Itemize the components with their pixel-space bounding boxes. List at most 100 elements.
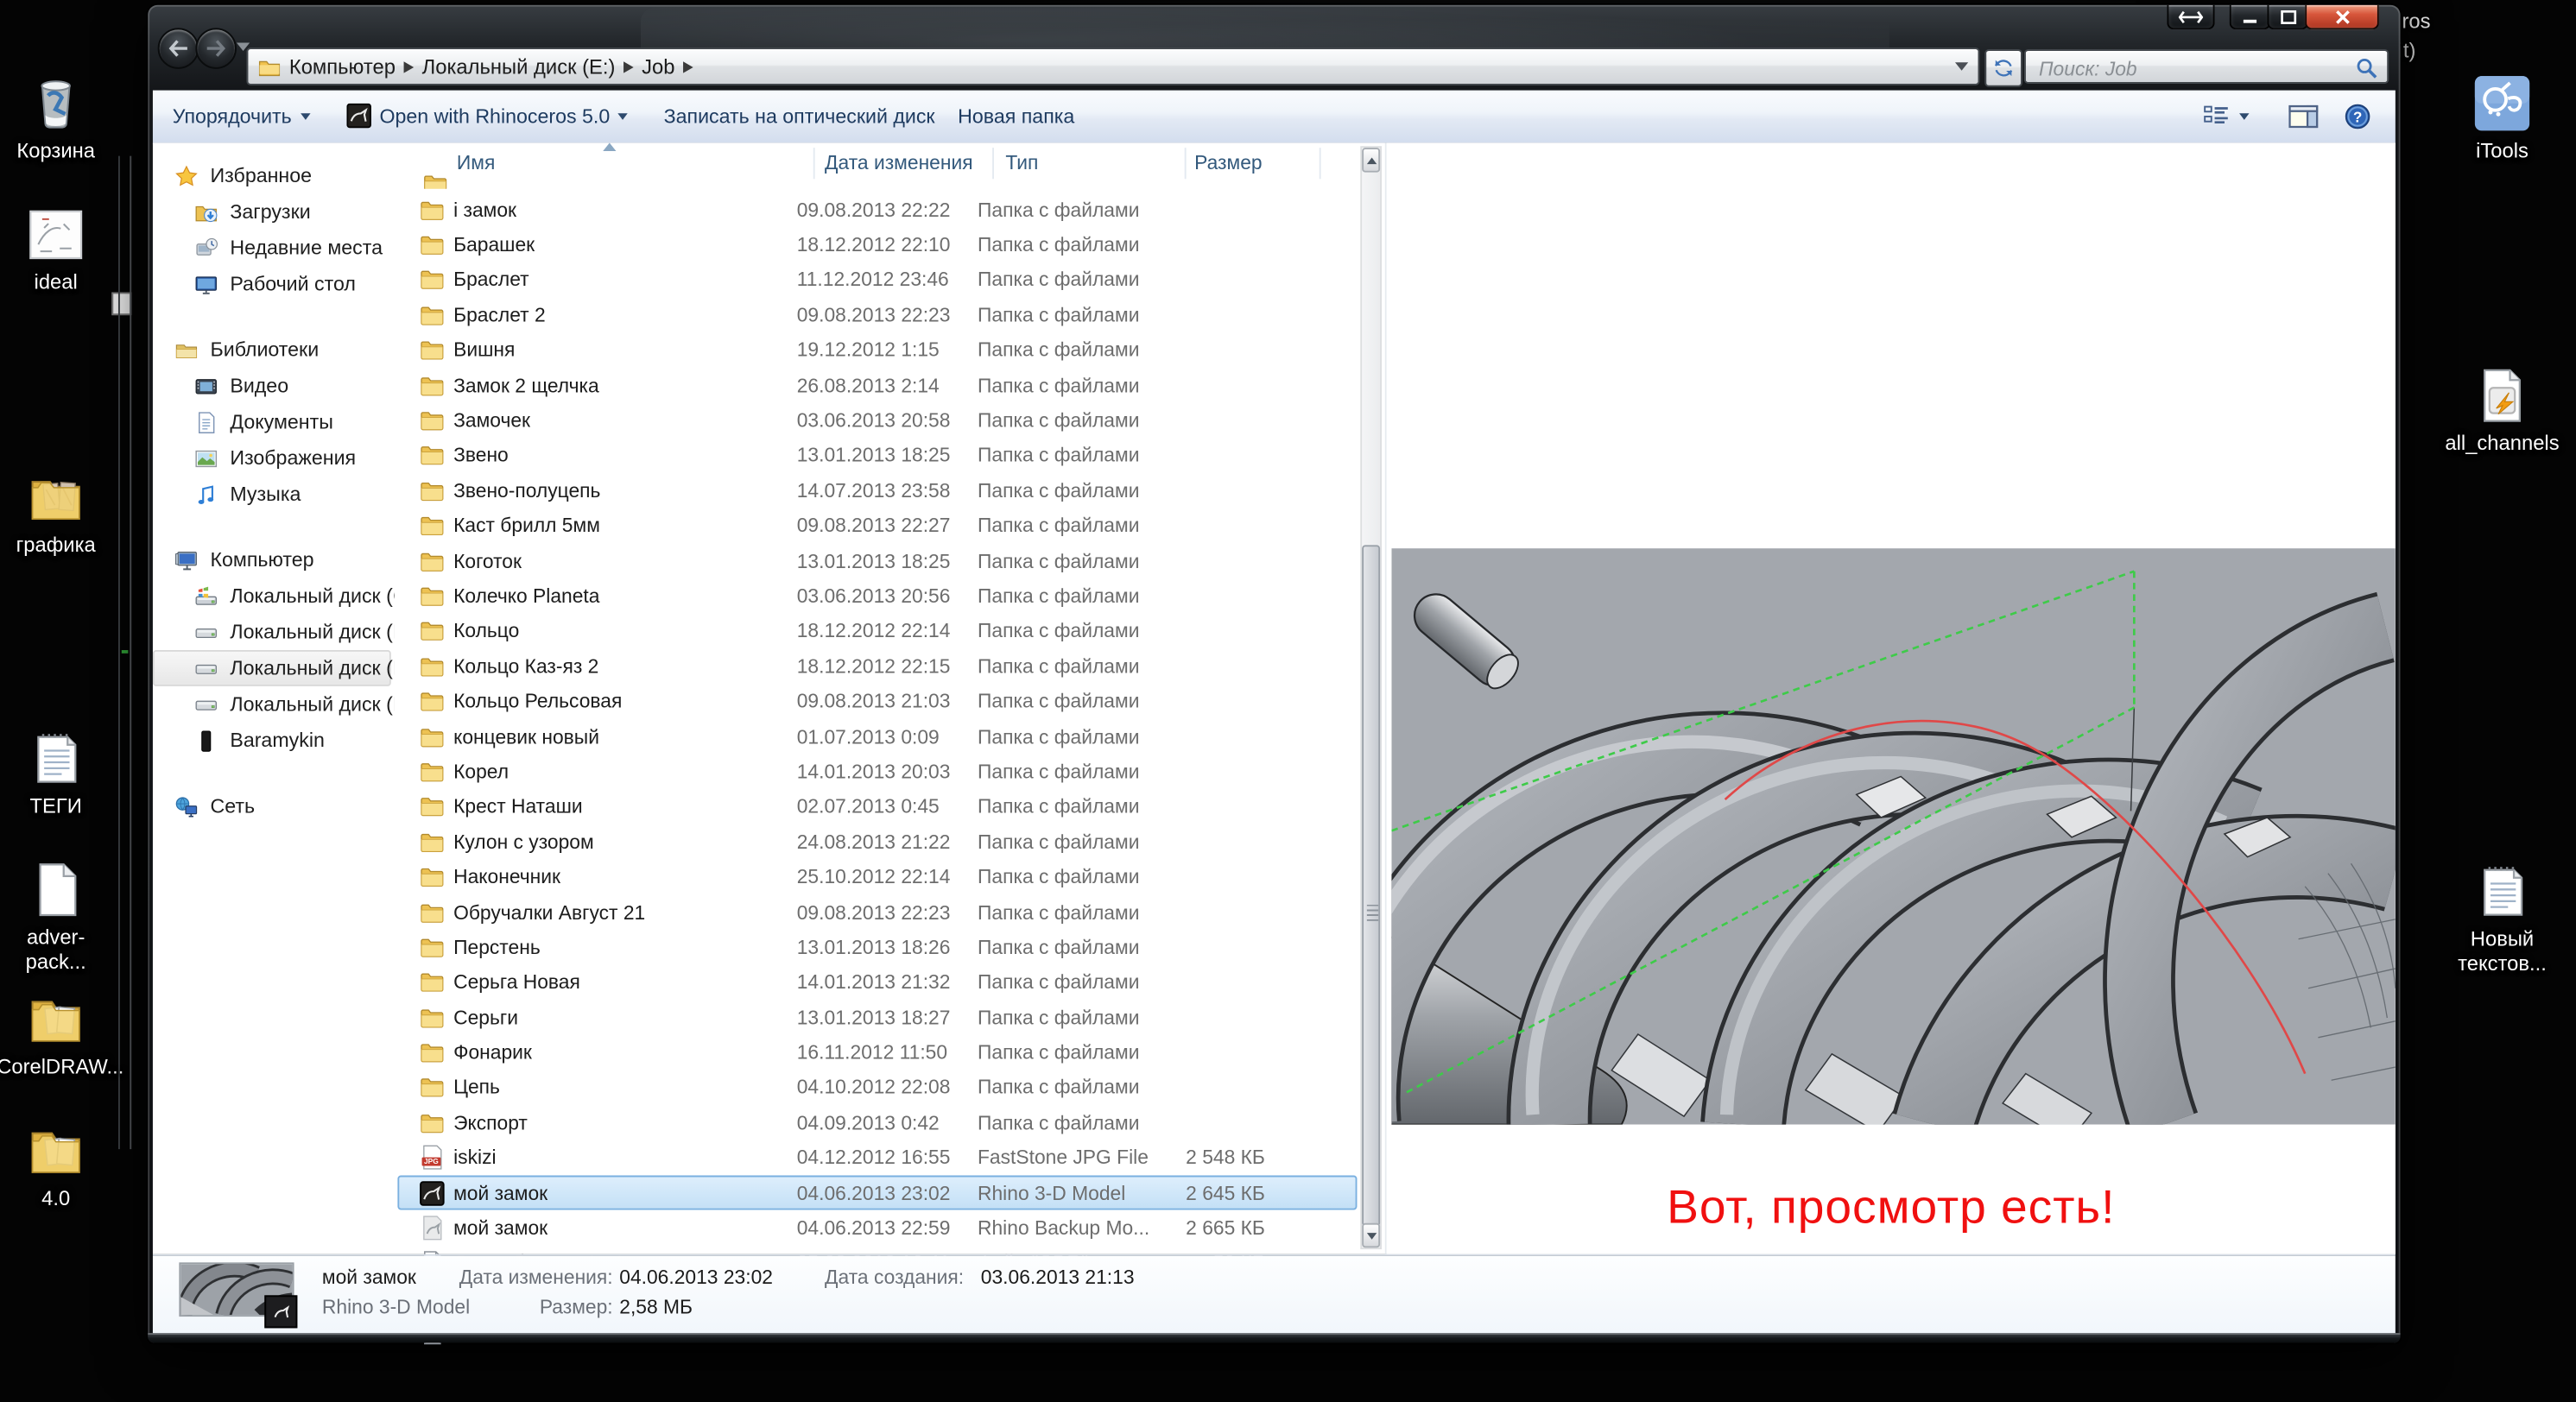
file-type: Папка с файлами	[978, 338, 1158, 362]
disk-sys-icon	[193, 584, 218, 609]
desktop-icon-графика[interactable]: графика	[3, 466, 109, 559]
file-row-вишня[interactable]: Вишня19.12.2012 1:15Папка с файлами	[397, 332, 1357, 368]
file-row-коготок[interactable]: Коготок13.01.2013 18:25Папка с файлами	[397, 543, 1357, 578]
sidebar-item-видео[interactable]: Видео	[153, 368, 391, 404]
clipped-icon-label-fragment: it)	[2399, 40, 2416, 63]
desktop-icon-новый-текстов[interactable]: Новый текстов...	[2450, 860, 2555, 977]
file-row-замок-2-щелчка[interactable]: Замок 2 щелчка26.08.2013 2:14Папка с фай…	[397, 368, 1357, 403]
open-with-rhinoceros-button[interactable]: Open with Rhinoceros 5.0	[346, 92, 628, 139]
breadcrumb-item[interactable]: Job	[642, 55, 674, 79]
file-row-цепь[interactable]: Цепь04.10.2012 22:08Папка с файлами	[397, 1070, 1357, 1105]
file-size: 2 665 КБ	[1161, 1216, 1280, 1240]
file-name: Коготок	[453, 549, 785, 572]
sidebar-section-библиотеки[interactable]: Библиотеки	[153, 332, 391, 368]
column-header-name[interactable]: Имя	[457, 151, 495, 174]
burn-disc-button[interactable]: Записать на оптический диск	[664, 92, 935, 139]
breadcrumb-separator[interactable]: ▶	[403, 58, 414, 75]
vertical-scrollbar[interactable]	[1360, 146, 1382, 1249]
file-row-концевик-новый[interactable]: концевик новый01.07.2013 0:09Папка с фай…	[397, 719, 1357, 755]
forward-button[interactable]	[195, 28, 237, 69]
sidebar-item-локальный-диск-d[interactable]: Локальный диск (D	[153, 614, 391, 650]
change-view-button[interactable]	[2203, 92, 2249, 139]
scroll-down-button[interactable]	[1362, 1223, 1380, 1248]
desktop-icon-корзина[interactable]: Корзина	[3, 73, 109, 165]
breadcrumb-item[interactable]: Локальный диск (E:)	[422, 55, 616, 79]
file-row-звено-полуцепь[interactable]: Звено-полуцепь14.07.2013 23:58Папка с фа…	[397, 473, 1357, 508]
scrollbar-thumb[interactable]	[1362, 545, 1380, 1226]
minimize-button[interactable]	[2230, 5, 2271, 30]
scroll-up-button[interactable]	[1362, 148, 1380, 173]
file-row-наконечник[interactable]: Наконечник25.10.2012 22:14Папка с файлам…	[397, 859, 1357, 894]
file-row-браслет-2[interactable]: Браслет 209.08.2013 22:23Папка с файлами	[397, 298, 1357, 333]
sidebar-section-компьютер[interactable]: Компьютер	[153, 542, 391, 578]
file-name: Кольцо Каз-яз 2	[453, 654, 785, 678]
file-row-фонарик[interactable]: Фонарик16.11.2012 11:50Папка с файлами	[397, 1035, 1357, 1070]
search-icon[interactable]	[2356, 58, 2377, 79]
desktop-icon-теги[interactable]: ТЕГИ	[3, 727, 109, 819]
sidebar-item-baramykin[interactable]: Baramykin	[153, 723, 391, 759]
file-row-экспорт[interactable]: Экспорт04.09.2013 0:42Папка с файлами	[397, 1105, 1357, 1140]
file-name: Серьга Новая	[453, 970, 785, 994]
desktop-icon-adver-pack[interactable]: adver-pack...	[3, 859, 109, 976]
file-row-барашек[interactable]: Барашек18.12.2012 22:10Папка с файлами	[397, 227, 1357, 262]
resize-width-button[interactable]	[2167, 5, 2214, 30]
folder-icon	[419, 337, 445, 363]
desktop-icon-itools[interactable]: iTools	[2450, 73, 2555, 165]
file-row-мой-замок[interactable]: мой замок04.06.2013 22:59Rhino Backup Mo…	[397, 1210, 1357, 1246]
address-bar[interactable]: Компьютер ▶ Локальный диск (E:) ▶ Job ▶	[246, 47, 1979, 85]
file-row-звено[interactable]: Звено13.01.2013 18:25Папка с файлами	[397, 438, 1357, 473]
sidebar-item-музыка[interactable]: Музыка	[153, 476, 391, 512]
file-row-серьги[interactable]: Серьги13.01.2013 18:27Папка с файлами	[397, 1000, 1357, 1035]
sidebar-section-избранное[interactable]: Избранное	[153, 158, 391, 194]
sidebar-item-рабочий-стол[interactable]: Рабочий стол	[153, 266, 391, 302]
search-input[interactable]	[2035, 53, 2346, 84]
back-button[interactable]	[158, 28, 199, 69]
sidebar-item-локальный-диск-c[interactable]: Локальный диск (C	[153, 578, 391, 614]
file-row-корел[interactable]: Корел14.01.2013 20:03Папка с файлами	[397, 754, 1357, 789]
sidebar-label: Компьютер	[211, 548, 314, 572]
file-row-браслет[interactable]: Браслет11.12.2012 23:46Папка с файлами	[397, 262, 1357, 298]
file-row-перстень[interactable]: Перстень13.01.2013 18:26Папка с файлами	[397, 930, 1357, 965]
sidebar-item-загрузки[interactable]: Загрузки	[153, 193, 391, 230]
maximize-button[interactable]	[2267, 5, 2308, 30]
column-header-date[interactable]: Дата изменения	[825, 151, 973, 174]
breadcrumb-separator[interactable]: ▶	[683, 58, 693, 75]
file-date-modified: 09.08.2013 22:23	[797, 304, 966, 327]
file-row-кольцо-каз-яз-2[interactable]: Кольцо Каз-яз 218.12.2012 22:15Папка с ф…	[397, 648, 1357, 684]
sidebar-section-сеть[interactable]: Сеть	[153, 788, 391, 824]
organize-button[interactable]: Упорядочить	[173, 92, 310, 139]
file-row-крест-наташи[interactable]: Крест Наташи02.07.2013 0:45Папка с файла…	[397, 789, 1357, 824]
column-header-size[interactable]: Размер	[1194, 151, 1262, 174]
sidebar-item-локальный-диск-f[interactable]: Локальный диск (F:	[153, 686, 391, 723]
file-row-мой-замок[interactable]: мой замок04.06.2013 23:02Rhino 3-D Model…	[397, 1175, 1357, 1210]
desktop-icon-ideal[interactable]: ideal	[3, 204, 109, 296]
file-row-обручалки-август-21[interactable]: Обручалки Август 2109.08.2013 22:23Папка…	[397, 894, 1357, 930]
sidebar-item-изображения[interactable]: Изображения	[153, 440, 391, 477]
file-row-кулон-с-узором[interactable]: Кулон с узором24.08.2013 21:22Папка с фа…	[397, 824, 1357, 860]
file-row-iskizi[interactable]: JPGiskizi04.12.2012 16:55FastStone JPG F…	[397, 1140, 1357, 1176]
desktop-icon-coreldraw[interactable]: CorelDRAW...	[3, 988, 109, 1081]
refresh-button[interactable]	[1984, 49, 2022, 87]
breadcrumb-item[interactable]: Компьютер	[289, 55, 396, 79]
file-row-колечко-planeta[interactable]: Колечко Planeta03.06.2013 20:56Папка с ф…	[397, 578, 1357, 614]
file-row-кольцо-рельсовая[interactable]: Кольцо Рельсовая09.08.2013 21:03Папка с …	[397, 684, 1357, 719]
breadcrumb-separator[interactable]: ▶	[623, 58, 634, 75]
file-type: Папка с файлами	[978, 444, 1158, 467]
close-button[interactable]	[2305, 5, 2379, 30]
file-row-каст-брилл-5мм[interactable]: Каст брилл 5мм09.08.2013 22:27Папка с фа…	[397, 508, 1357, 544]
file-row-замочек[interactable]: Замочек03.06.2013 20:58Папка с файлами	[397, 403, 1357, 439]
sidebar-item-недавние-места[interactable]: Недавние места	[153, 230, 391, 266]
desktop-icon-4-0[interactable]: 4.0	[3, 1120, 109, 1212]
sidebar-item-документы[interactable]: Документы	[153, 404, 391, 440]
list-view-icon	[2203, 104, 2231, 129]
desktop-icon-all-channels[interactable]: all_channels	[2450, 364, 2555, 457]
file-row-кольцо[interactable]: Кольцо18.12.2012 22:14Папка с файлами	[397, 614, 1357, 649]
new-folder-button[interactable]: Новая папка	[958, 92, 1074, 139]
address-history-caret[interactable]	[1955, 62, 1968, 71]
file-row-серьга-новая[interactable]: Серьга Новая14.01.2013 21:32Папка с файл…	[397, 964, 1357, 1000]
file-row-i-замок[interactable]: i замок09.08.2013 22:22Папка с файлами	[397, 192, 1357, 227]
help-button[interactable]: ?	[2345, 92, 2370, 139]
column-header-type[interactable]: Тип	[1005, 151, 1038, 174]
sidebar-item-локальный-диск-e[interactable]: Локальный диск (E:	[153, 650, 391, 686]
preview-pane-toggle[interactable]	[2288, 92, 2318, 139]
